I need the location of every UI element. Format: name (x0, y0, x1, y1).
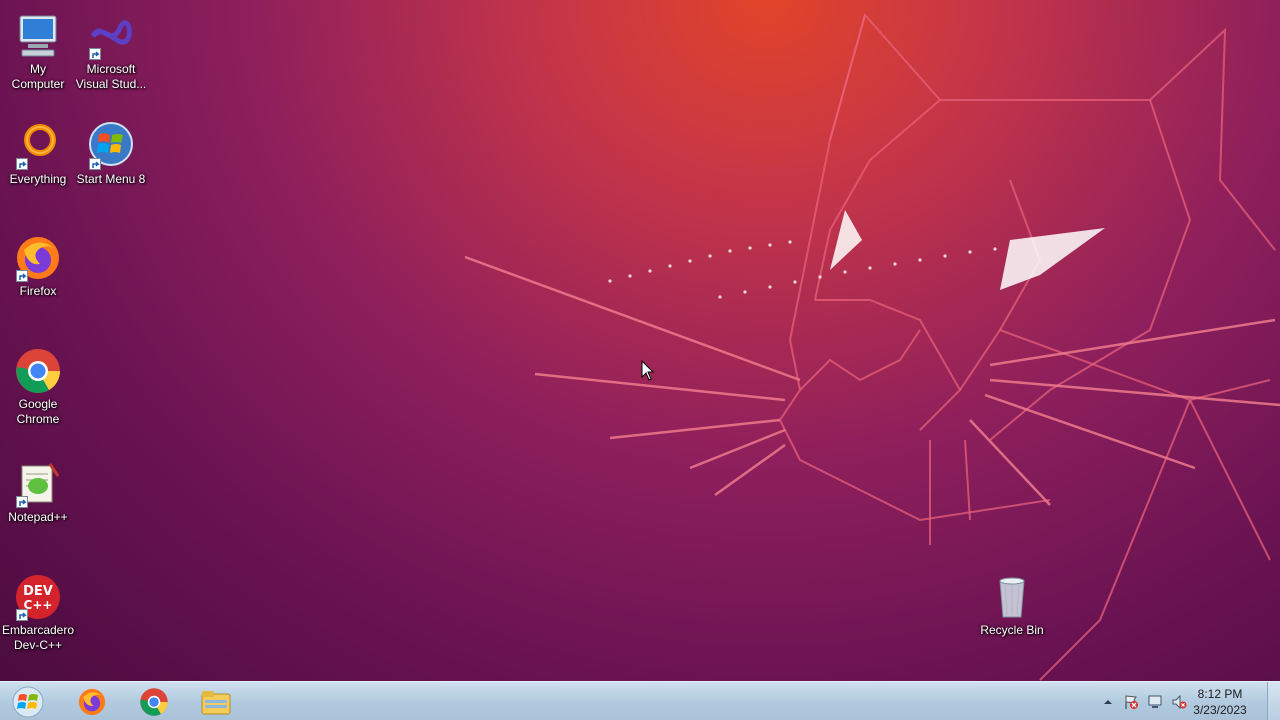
chrome-icon (140, 688, 168, 716)
desktop-icon-firefox[interactable]: Firefox (0, 234, 76, 314)
taskbar-clock[interactable]: 8:12 PM 3/23/2023 (1184, 686, 1256, 718)
devcpp-icon: DEV C++ (14, 573, 62, 621)
everything-search-icon (14, 122, 62, 170)
action-center-flag-icon[interactable] (1123, 694, 1139, 710)
folder-icon (201, 691, 231, 715)
windows-logo-icon (12, 686, 44, 718)
clock-date: 3/23/2023 (1193, 703, 1247, 717)
desktop-icon-label: Embarcadero Dev-C++ (1, 623, 75, 652)
desktop-icon-google-chrome[interactable]: Google Chrome (0, 347, 76, 427)
desktop-icon-label: Firefox (19, 284, 57, 298)
start-button[interactable] (2, 684, 54, 720)
shortcut-arrow-icon (16, 158, 28, 170)
taskbar-explorer-button[interactable] (188, 684, 244, 720)
desktop-icon-everything[interactable]: Everything (0, 122, 76, 202)
firefox-icon (78, 688, 106, 716)
desktop-icon-visual-studio[interactable]: Microsoft Visual Stud... (73, 12, 149, 92)
desktop-icon-label: Start Menu 8 (76, 172, 146, 186)
desktop-icon-notepad-plus-plus[interactable]: Notepad++ (0, 460, 76, 540)
clock-time: 8:12 PM (1197, 687, 1243, 701)
shortcut-arrow-icon (16, 496, 28, 508)
desktop-icon-dev-cpp[interactable]: DEV C++ Embarcadero Dev-C++ (0, 573, 76, 653)
desktop-icon-label: Everything (9, 172, 67, 186)
desktop-icon-label: Google Chrome (16, 397, 60, 426)
visual-studio-icon (87, 12, 135, 60)
desktop-icon-recycle-bin[interactable]: Recycle Bin (974, 573, 1050, 653)
desktop-icon-label: Recycle Bin (980, 623, 1044, 637)
network-icon[interactable] (1147, 694, 1163, 710)
desktop-icon-label: My Computer (11, 62, 65, 91)
shortcut-arrow-icon (89, 158, 101, 170)
recycle-bin-icon (988, 573, 1036, 621)
svg-text:DEV: DEV (23, 584, 53, 599)
wallpaper-cat-lines (464, 12, 1280, 681)
start-menu-orb-icon (87, 122, 135, 170)
shortcut-arrow-icon (89, 48, 101, 60)
firefox-icon (14, 234, 62, 282)
shortcut-arrow-icon (16, 270, 28, 282)
shortcut-arrow-icon (16, 609, 28, 621)
taskbar-firefox-button[interactable] (64, 684, 120, 720)
taskbar: 8:12 PM 3/23/2023 (0, 681, 1280, 720)
desktop-icon-label: Microsoft Visual Stud... (75, 62, 147, 91)
show-desktop-button[interactable] (1267, 682, 1280, 720)
show-hidden-icons-icon[interactable] (1100, 694, 1116, 710)
chrome-icon (14, 347, 62, 395)
desktop-icon-label: Notepad++ (8, 510, 68, 524)
notepadpp-icon (14, 460, 62, 508)
taskbar-chrome-button[interactable] (126, 684, 182, 720)
desktop[interactable]: My Computer Microsoft Visual Stud... Eve… (0, 0, 1280, 681)
desktop-icon-start-menu-8[interactable]: Start Menu 8 (73, 122, 149, 202)
computer-icon (14, 12, 62, 60)
mouse-pointer-icon (641, 360, 655, 381)
desktop-icon-my-computer[interactable]: My Computer (0, 12, 76, 92)
